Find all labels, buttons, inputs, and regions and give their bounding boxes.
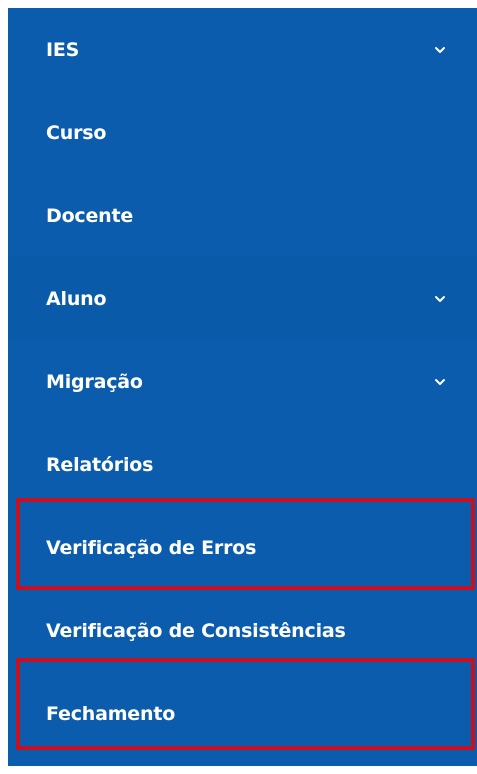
sidebar-item-relatorios[interactable]: Relatórios: [8, 423, 477, 506]
chevron-down-icon[interactable]: [433, 45, 447, 55]
chevron-down-icon[interactable]: [433, 294, 447, 304]
sidebar-item-verificacao-de-consistencias[interactable]: Verificação de Consistências: [8, 589, 477, 672]
sidebar-item-label: Migração: [46, 370, 143, 393]
sidebar-item-label: Fechamento: [46, 702, 176, 725]
sidebar-menu: IES Curso Docente Aluno Migração Relatór…: [8, 8, 477, 766]
sidebar-item-label: Curso: [46, 121, 107, 144]
sidebar-item-aluno[interactable]: Aluno: [8, 257, 477, 340]
sidebar-item-verificacao-de-erros[interactable]: Verificação de Erros: [8, 506, 477, 589]
sidebar-item-label: IES: [46, 38, 80, 61]
sidebar-item-curso[interactable]: Curso: [8, 91, 477, 174]
sidebar-item-ies[interactable]: IES: [8, 8, 477, 91]
sidebar-item-label: Docente: [46, 204, 134, 227]
sidebar-item-label: Verificação de Erros: [46, 536, 257, 559]
sidebar-item-label: Relatórios: [46, 453, 154, 476]
sidebar-item-fechamento[interactable]: Fechamento: [8, 672, 477, 755]
sidebar-item-migracao[interactable]: Migração: [8, 340, 477, 423]
sidebar-item-label: Aluno: [46, 287, 107, 310]
sidebar-item-label: Verificação de Consistências: [46, 619, 346, 642]
chevron-down-icon[interactable]: [433, 377, 447, 387]
sidebar-item-docente[interactable]: Docente: [8, 174, 477, 257]
